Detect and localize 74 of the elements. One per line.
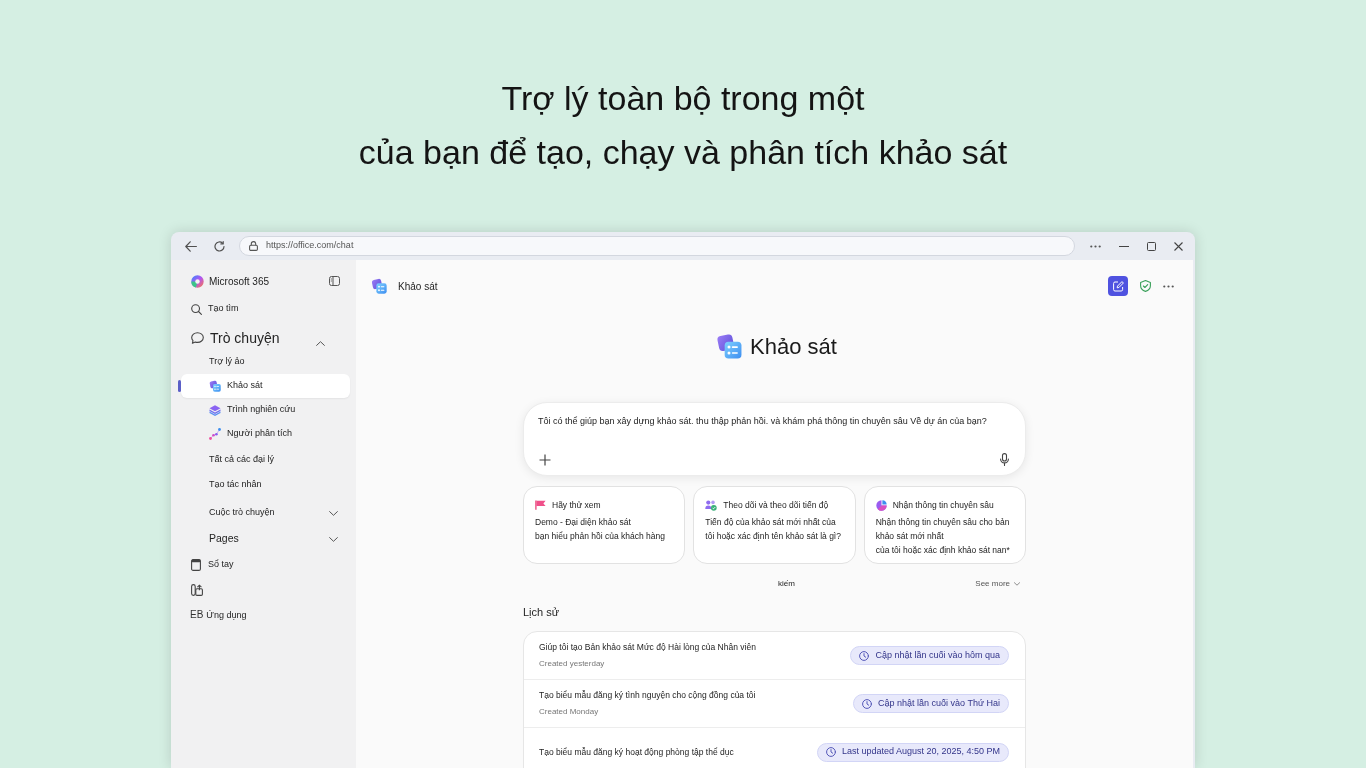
sidebar-group[interactable]: Cuộc trò chuyện [181,500,350,526]
clock-icon [859,650,870,661]
edit-icon [1112,280,1124,292]
clock-icon [825,747,836,757]
created-date: Created Monday [539,706,600,719]
section-title: Lịch sử [523,604,561,620]
item-title: Tạo biểu mẫu đăng ký hoạt động phòng tập thể dục [539,745,734,759]
microphone-icon[interactable] [1000,453,1009,466]
sidebar-item[interactable]: Sổ tay [181,552,350,577]
clock-icon [862,698,873,709]
back-arrow-icon[interactable] [185,240,197,252]
suggestion-card[interactable]: Theo dõi và theo dõi tiến độ Tiến độ của khảo sát mới nhất của tôi hoặc xác định tên khảo sát là gì? [693,486,856,564]
chevron-down-icon [1014,582,1020,586]
sidebar-item[interactable]: Người phân tích [181,422,350,446]
layers-icon [209,404,221,416]
sidebar-item[interactable]: Trình nghiên cứu [181,398,350,422]
shield-check-icon[interactable] [1140,280,1151,292]
section-heading: Trợ lý ảo [208,355,246,369]
notebook-icon [191,558,201,571]
shapes-icon[interactable] [191,583,203,596]
flag-icon [535,500,546,510]
sidebar-item[interactable]: Khảo sát [181,374,350,398]
card-title: Hãy thử xem [552,498,601,512]
logo-icon [191,274,204,288]
agent-title: Khảo sát [750,332,837,361]
sidebar-item[interactable]: Tất cả các đại lý [181,447,350,472]
address-bar[interactable]: https://office.com/chat [239,236,1075,256]
new-chat-button[interactable] [1108,276,1128,296]
history-item[interactable]: Tạo biểu mẫu đăng ký tình nguyện cho cộng đồng của tôi Created Monday Cập nhật lần cuối vào Thứ Hai [524,680,1025,728]
selection-indicator [178,380,181,392]
item-title: Giúp tôi tạo Bản khảo sát Mức độ Hài lòng của Nhân viên [539,640,756,654]
history-item[interactable]: Tạo biểu mẫu đăng ký hoạt động phòng tập thể dục Last updated August 20, 2025, 4:50 PM [524,728,1025,768]
card-title: Nhận thông tin chuyên sâu [892,498,994,512]
sidebar-toggle-icon[interactable] [329,276,340,286]
survey-icon [716,333,743,359]
timestamp-text: Cập nhật lần cuối vào hôm qua [875,648,1000,662]
people-icon [705,499,718,511]
card-description: Demo - Đại diện khảo sát bạn hiểu phản hồi của khách hàng [535,516,666,543]
suggestion-card[interactable]: Hãy thử xem Demo - Đại diện khảo sát bạn hiểu phản hồi của khách hàng [523,486,686,564]
sidebar-section[interactable]: Trò chuyện [181,326,350,350]
card-title: Theo dõi và theo dõi tiến độ [723,498,829,512]
close-icon[interactable] [1174,241,1183,251]
more-icon[interactable] [1090,244,1101,248]
more-icon[interactable] [1163,284,1174,288]
chat-bubble-icon [191,332,204,344]
maximize-icon[interactable] [1147,241,1156,251]
lock-icon [249,241,258,251]
scatter-plot-icon [209,428,221,440]
timestamp-text: Cập nhật lần cuối vào Thứ Hai [878,696,1000,710]
caption-text: kiếm [778,578,795,590]
see-more-button[interactable]: See more [975,578,1020,590]
plus-icon[interactable] [539,453,551,466]
sidebar-item[interactable]: Tạo tác nhân [181,472,350,497]
card-description: Nhận thông tin chuyên sâu cho bản khảo sát mới nhất của tôi hoặc xác định khảo sát nan* [875,516,1011,557]
survey-icon [209,380,221,392]
history-item[interactable]: Giúp tôi tạo Bản khảo sát Mức độ Hài lòng của Nhân viên Created yesterday Cập nhật lần cuối vào hôm qua [524,632,1025,680]
survey-icon [371,278,387,294]
sidebar-item[interactable]: Tạo tìm [181,299,350,319]
sidebar-item[interactable]: EB Ứng dụng [181,602,350,627]
suggestion-card[interactable]: Nhận thông tin chuyên sâu Nhận thông tin chuyên sâu cho bản khảo sát mới nhất của tôi hoặc xác định khảo sát nan* [863,486,1026,564]
pie-chart-icon [875,499,887,511]
brand-name: Microsoft 365 [209,274,270,289]
timestamp-text: Last updated August 20, 2025, 4:50 PM [841,745,1000,759]
initials-text: EB [190,608,204,622]
item-title: Tạo biểu mẫu đăng ký tình nguyện cho cộng đồng của tôi [539,688,756,702]
search-icon [191,303,202,315]
agent-name: Khảo sát [398,279,438,294]
reload-icon[interactable] [214,240,225,252]
sidebar-group[interactable]: Pages [181,526,350,552]
prompt-input[interactable]: Tôi có thể giúp bạn xây dựng khảo sát. thu thập phản hồi. và khám phá thông tin chuyên sâu Về dự án của bạn? [538,413,1011,429]
created-date: Created yesterday [539,658,606,671]
card-description: Tiến độ của khảo sát mới nhất của tôi hoặc xác định tên khảo sát là gì? [705,516,842,543]
headline: Trợ lý toàn bộ trong một của bạn để tạo, chạy và phân tích khảo sát [358,78,1008,173]
minimize-icon[interactable] [1119,245,1129,247]
